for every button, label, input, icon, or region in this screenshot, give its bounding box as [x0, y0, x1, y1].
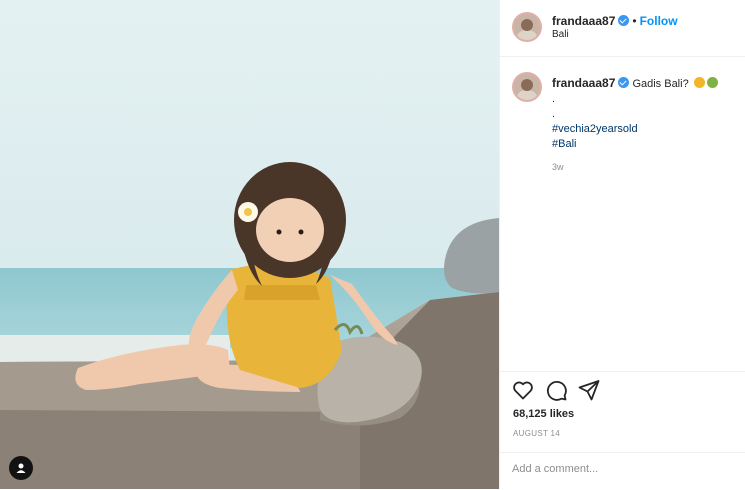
- hashtag-link[interactable]: #vechia2yearsold: [552, 122, 732, 137]
- comment-input[interactable]: [512, 463, 732, 475]
- post-caption: frandaaa87 Gadis Bali? . . #vechia2years…: [552, 76, 732, 175]
- separator: •: [632, 14, 637, 28]
- follow-button[interactable]: Follow: [640, 14, 678, 28]
- caption-timestamp[interactable]: 3w: [552, 160, 732, 175]
- verified-badge-icon: [618, 15, 630, 26]
- comment-section: [500, 452, 745, 490]
- post-header: frandaaa87 • Follow Bali: [500, 0, 745, 57]
- comment-icon[interactable]: [544, 378, 568, 402]
- instagram-post: frandaaa87 • Follow Bali frandaaa87 Gadis …: [0, 0, 745, 489]
- smiling-face-emoji: [706, 77, 718, 88]
- author-avatar[interactable]: [512, 12, 542, 42]
- caption-username[interactable]: frandaaa87: [552, 76, 615, 90]
- heart-icon[interactable]: [511, 378, 535, 402]
- caption-avatar[interactable]: [512, 72, 542, 102]
- post-date[interactable]: AUGUST 14: [513, 429, 560, 438]
- post-actions: [500, 371, 745, 410]
- post-side-panel: frandaaa87 • Follow Bali frandaaa87 Gadis …: [499, 0, 745, 489]
- photo-scene: [0, 0, 499, 489]
- user-tag-icon: [16, 463, 26, 473]
- post-location[interactable]: Bali: [552, 29, 569, 40]
- caption-text: Gadis Bali?: [632, 78, 689, 90]
- share-icon[interactable]: [577, 378, 601, 402]
- author-username[interactable]: frandaaa87: [552, 14, 615, 28]
- caption-dot-line: .: [552, 93, 556, 105]
- post-photo[interactable]: [0, 0, 499, 489]
- verified-badge-icon: [618, 77, 630, 88]
- hashtag-link[interactable]: #Bali: [552, 137, 732, 152]
- user-tag-button[interactable]: [9, 456, 33, 480]
- caption-dot-line: .: [552, 108, 556, 120]
- star-struck-emoji: [693, 77, 705, 88]
- author-line: frandaaa87 • Follow: [552, 12, 678, 30]
- like-count[interactable]: 68,125 likes: [513, 408, 574, 420]
